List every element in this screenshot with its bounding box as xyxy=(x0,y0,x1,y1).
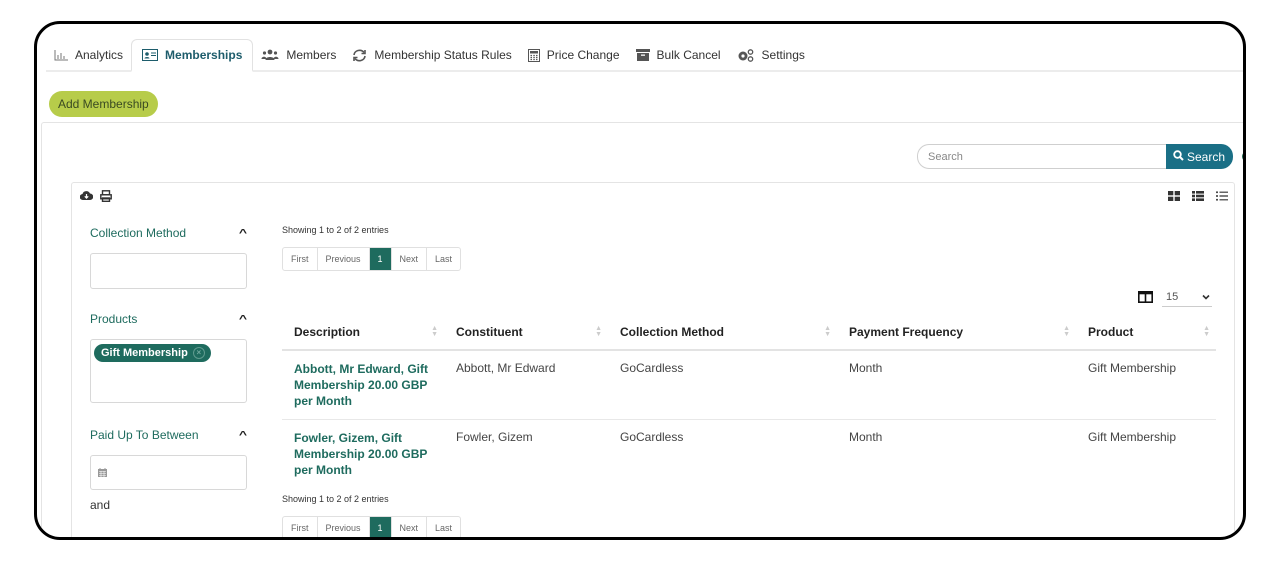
payment-frequency-cell: Month xyxy=(849,430,883,444)
first-page-button[interactable]: First xyxy=(283,248,318,270)
users-icon xyxy=(261,49,279,61)
next-page-button[interactable]: Next xyxy=(392,248,428,270)
chevron-up-icon[interactable]: ^ xyxy=(239,228,247,239)
paid-up-to-start-date-input[interactable] xyxy=(90,455,247,490)
product-cell: Gift Membership xyxy=(1088,430,1177,444)
collection-method-cell: GoCardless xyxy=(608,350,837,420)
first-page-button[interactable]: First xyxy=(283,517,318,537)
filter-collection-method-header[interactable]: Collection Method ^ xyxy=(90,223,250,243)
chevron-up-icon[interactable]: ^ xyxy=(239,430,247,441)
last-page-button[interactable]: Last xyxy=(427,248,460,270)
calculator-icon xyxy=(527,48,540,62)
column-header-product[interactable]: Product ▲ ▼ xyxy=(1076,315,1216,351)
and-label: and xyxy=(90,498,111,512)
collection-method-select[interactable] xyxy=(90,253,247,289)
product-cell: Gift Membership xyxy=(1076,350,1216,420)
column-header-payment-frequency[interactable]: Payment Frequency ▲ ▼ xyxy=(837,315,1076,351)
table-view-icon[interactable] xyxy=(1192,190,1204,204)
search-bar: Search ? xyxy=(917,144,1243,169)
next-page-button[interactable]: Next xyxy=(392,517,428,537)
refresh-icon xyxy=(352,49,367,62)
page-1-button[interactable]: 1 xyxy=(369,248,392,270)
tab-label: Membership Status Rules xyxy=(374,48,512,62)
filter-label: Collection Method xyxy=(90,226,187,240)
chevron-down-icon xyxy=(1202,291,1210,303)
filter-products-header[interactable]: Products ^ xyxy=(90,309,250,329)
filter-sidebar: Collection Method ^ Products ^ Gift Memb… xyxy=(90,223,250,512)
payment-frequency-cell: Month xyxy=(837,350,1076,420)
memberships-table: Description ▲ ▼ Constituent ▲ ▼ Collection M… xyxy=(282,315,1216,488)
previous-page-button[interactable]: Previous xyxy=(318,517,370,537)
search-button[interactable]: Search xyxy=(1166,144,1234,169)
tab-settings[interactable]: Settings xyxy=(729,40,813,70)
sort-icon[interactable]: ▲ ▼ xyxy=(1063,325,1070,338)
tab-label: Price Change xyxy=(546,48,620,62)
constituent-cell: Fowler, Gizem xyxy=(456,430,533,444)
cloud-download-icon[interactable] xyxy=(79,190,94,205)
pagination-top: First Previous 1 Next Last xyxy=(282,247,462,271)
tab-label: Analytics xyxy=(75,48,124,62)
tab-analytics[interactable]: Analytics xyxy=(46,40,131,70)
filter-label: Products xyxy=(90,312,138,326)
tab-label: Memberships xyxy=(165,48,243,62)
column-header-collection-method[interactable]: Collection Method ▲ ▼ xyxy=(608,315,837,351)
tab-label: Bulk Cancel xyxy=(656,48,721,62)
sort-icon[interactable]: ▲ ▼ xyxy=(1203,325,1210,338)
remove-chip-icon[interactable]: × xyxy=(192,347,205,359)
tab-membership-status-rules[interactable]: Membership Status Rules xyxy=(344,40,519,70)
view-mode-tools xyxy=(1168,190,1228,204)
entries-info-bottom: Showing 1 to 2 of 2 entries xyxy=(282,494,389,504)
entries-info-top: Showing 1 to 2 of 2 entries xyxy=(282,225,389,235)
columns-icon[interactable] xyxy=(1138,290,1153,306)
grid-view-icon[interactable] xyxy=(1168,190,1180,204)
sort-icon[interactable]: ▲ ▼ xyxy=(824,325,831,338)
description-link[interactable]: Abbott, Mr Edward, Gift Membership 20.00… xyxy=(282,350,444,420)
print-icon[interactable] xyxy=(100,190,112,205)
description-link[interactable]: Fowler, Gizem, Gift Membership 20.00 GBP… xyxy=(282,420,444,489)
product-chip: Gift Membership × xyxy=(94,344,211,362)
id-card-icon xyxy=(142,49,159,61)
last-page-button[interactable]: Last xyxy=(427,517,460,537)
tab-members[interactable]: Members xyxy=(253,40,344,70)
tab-bar: Analytics Memberships Members Membership… xyxy=(46,38,1243,72)
chip-label: Gift Membership xyxy=(101,347,188,359)
filter-paid-up-to-header[interactable]: Paid Up To Between ^ xyxy=(90,425,250,445)
table-row: Abbott, Mr Edward, Gift Membership 20.00… xyxy=(282,350,1216,420)
products-select[interactable]: Gift Membership × xyxy=(90,339,247,403)
cogs-icon xyxy=(737,48,755,62)
collection-method-cell: GoCardless xyxy=(620,430,684,444)
search-icon xyxy=(1173,149,1184,164)
page-size-value: 15 xyxy=(1166,291,1179,303)
previous-page-button[interactable]: Previous xyxy=(318,248,370,270)
tab-label: Members xyxy=(286,48,337,62)
page-size-control: 15 xyxy=(1138,289,1212,307)
filter-label: Paid Up To Between xyxy=(90,428,199,442)
column-header-constituent[interactable]: Constituent ▲ ▼ xyxy=(444,315,608,351)
search-input[interactable] xyxy=(917,144,1166,169)
tab-label: Settings xyxy=(761,48,805,62)
archive-icon xyxy=(635,49,650,61)
pagination-bottom: First Previous 1 Next Last xyxy=(282,516,462,537)
help-icon[interactable]: ? xyxy=(1242,151,1243,162)
tab-price-change[interactable]: Price Change xyxy=(520,40,628,70)
page-size-select[interactable]: 15 xyxy=(1162,289,1212,307)
column-header-description[interactable]: Description ▲ ▼ xyxy=(282,315,444,351)
tab-bulk-cancel[interactable]: Bulk Cancel xyxy=(628,40,729,70)
sort-icon[interactable]: ▲ ▼ xyxy=(595,325,602,338)
results-card: Collection Method ^ Products ^ Gift Memb… xyxy=(71,182,1235,537)
bar-chart-icon xyxy=(54,49,68,61)
sort-icon[interactable]: ▲ ▼ xyxy=(431,325,438,338)
app-window: Analytics Memberships Members Membership… xyxy=(34,21,1246,540)
page-1-button[interactable]: 1 xyxy=(369,517,392,537)
chevron-up-icon[interactable]: ^ xyxy=(239,314,247,325)
export-tools xyxy=(79,190,112,205)
search-button-label: Search xyxy=(1187,149,1226,164)
table-row: Fowler, Gizem, Gift Membership 20.00 GBP… xyxy=(282,420,1216,489)
list-view-icon[interactable] xyxy=(1216,190,1228,204)
calendar-icon xyxy=(98,466,107,480)
add-membership-button[interactable]: Add Membership xyxy=(49,91,158,117)
tab-memberships[interactable]: Memberships xyxy=(131,39,254,72)
constituent-cell: Abbott, Mr Edward xyxy=(444,350,608,420)
